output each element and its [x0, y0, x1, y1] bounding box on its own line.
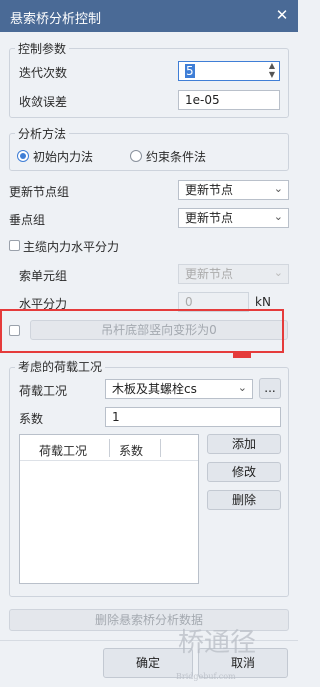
control-params-title: 控制参数 [15, 40, 70, 57]
load-case-select[interactable]: 木板及其螺栓cs ⌄ [105, 379, 253, 399]
cable-element-group-select[interactable]: 更新节点 ⌄ [178, 264, 289, 284]
tolerance-input[interactable]: 1e-05 [178, 90, 280, 110]
sag-group-label: 垂点组 [9, 213, 46, 227]
factor-input[interactable]: 1 [105, 407, 281, 427]
iteration-value: 5 [185, 64, 195, 78]
watermark-url: Bridgebuf.com [176, 672, 236, 681]
radio-constraint-label: 约束条件法 [146, 150, 207, 164]
sag-group-value: 更新节点 [185, 211, 234, 225]
column-header-factor[interactable]: 系数 [119, 442, 143, 459]
column-divider [160, 439, 161, 457]
delete-button[interactable]: 删除 [207, 490, 281, 510]
spin-arrows-icon[interactable]: ▲ ▼ [269, 61, 275, 79]
update-node-group-value: 更新节点 [185, 183, 234, 197]
load-case-value: 木板及其螺栓cs [112, 382, 197, 396]
cable-force-checkbox-label: 主缆内力水平分力 [23, 240, 120, 254]
add-button[interactable]: 添加 [207, 434, 281, 454]
radio-constraint[interactable] [130, 150, 142, 162]
highlight-marker [233, 353, 251, 358]
chevron-down-icon: ⌄ [237, 381, 247, 394]
update-node-group-label: 更新节点组 [9, 185, 70, 199]
update-node-group-select[interactable]: 更新节点 ⌄ [178, 180, 289, 200]
chevron-down-icon: ⌄ [273, 210, 283, 223]
column-header-load-case[interactable]: 荷载工况 [39, 442, 87, 459]
factor-label: 系数 [19, 412, 44, 426]
horizontal-force-unit: kN [255, 295, 271, 309]
cable-element-group-label: 索单元组 [19, 269, 68, 283]
tolerance-label: 收敛误差 [19, 95, 68, 109]
load-case-list[interactable]: 荷载工况 系数 [19, 434, 199, 584]
more-button[interactable]: ... [259, 378, 281, 399]
highlight-frame [0, 309, 284, 353]
sag-group-select[interactable]: 更新节点 ⌄ [178, 208, 289, 228]
cable-force-checkbox[interactable] [9, 240, 20, 251]
column-divider [109, 439, 110, 457]
iteration-spinbox[interactable]: 5 ▲ ▼ [178, 61, 280, 81]
edit-button[interactable]: 修改 [207, 462, 281, 482]
close-icon[interactable]: ✕ [272, 5, 292, 25]
load-cases-title: 考虑的荷载工况 [15, 358, 106, 375]
radio-initial-force[interactable] [17, 150, 29, 162]
load-case-label: 荷载工况 [19, 384, 68, 398]
watermark-logo: 桥通径 [178, 628, 257, 658]
analysis-method-title: 分析方法 [15, 125, 70, 142]
chevron-down-icon: ⌄ [273, 182, 283, 195]
radio-initial-force-label: 初始内力法 [33, 150, 94, 164]
chevron-down-icon: ⌄ [273, 266, 283, 279]
cable-element-group-value: 更新节点 [185, 267, 234, 281]
window-title: 悬索桥分析控制 [10, 12, 102, 27]
iteration-label: 迭代次数 [19, 66, 68, 80]
